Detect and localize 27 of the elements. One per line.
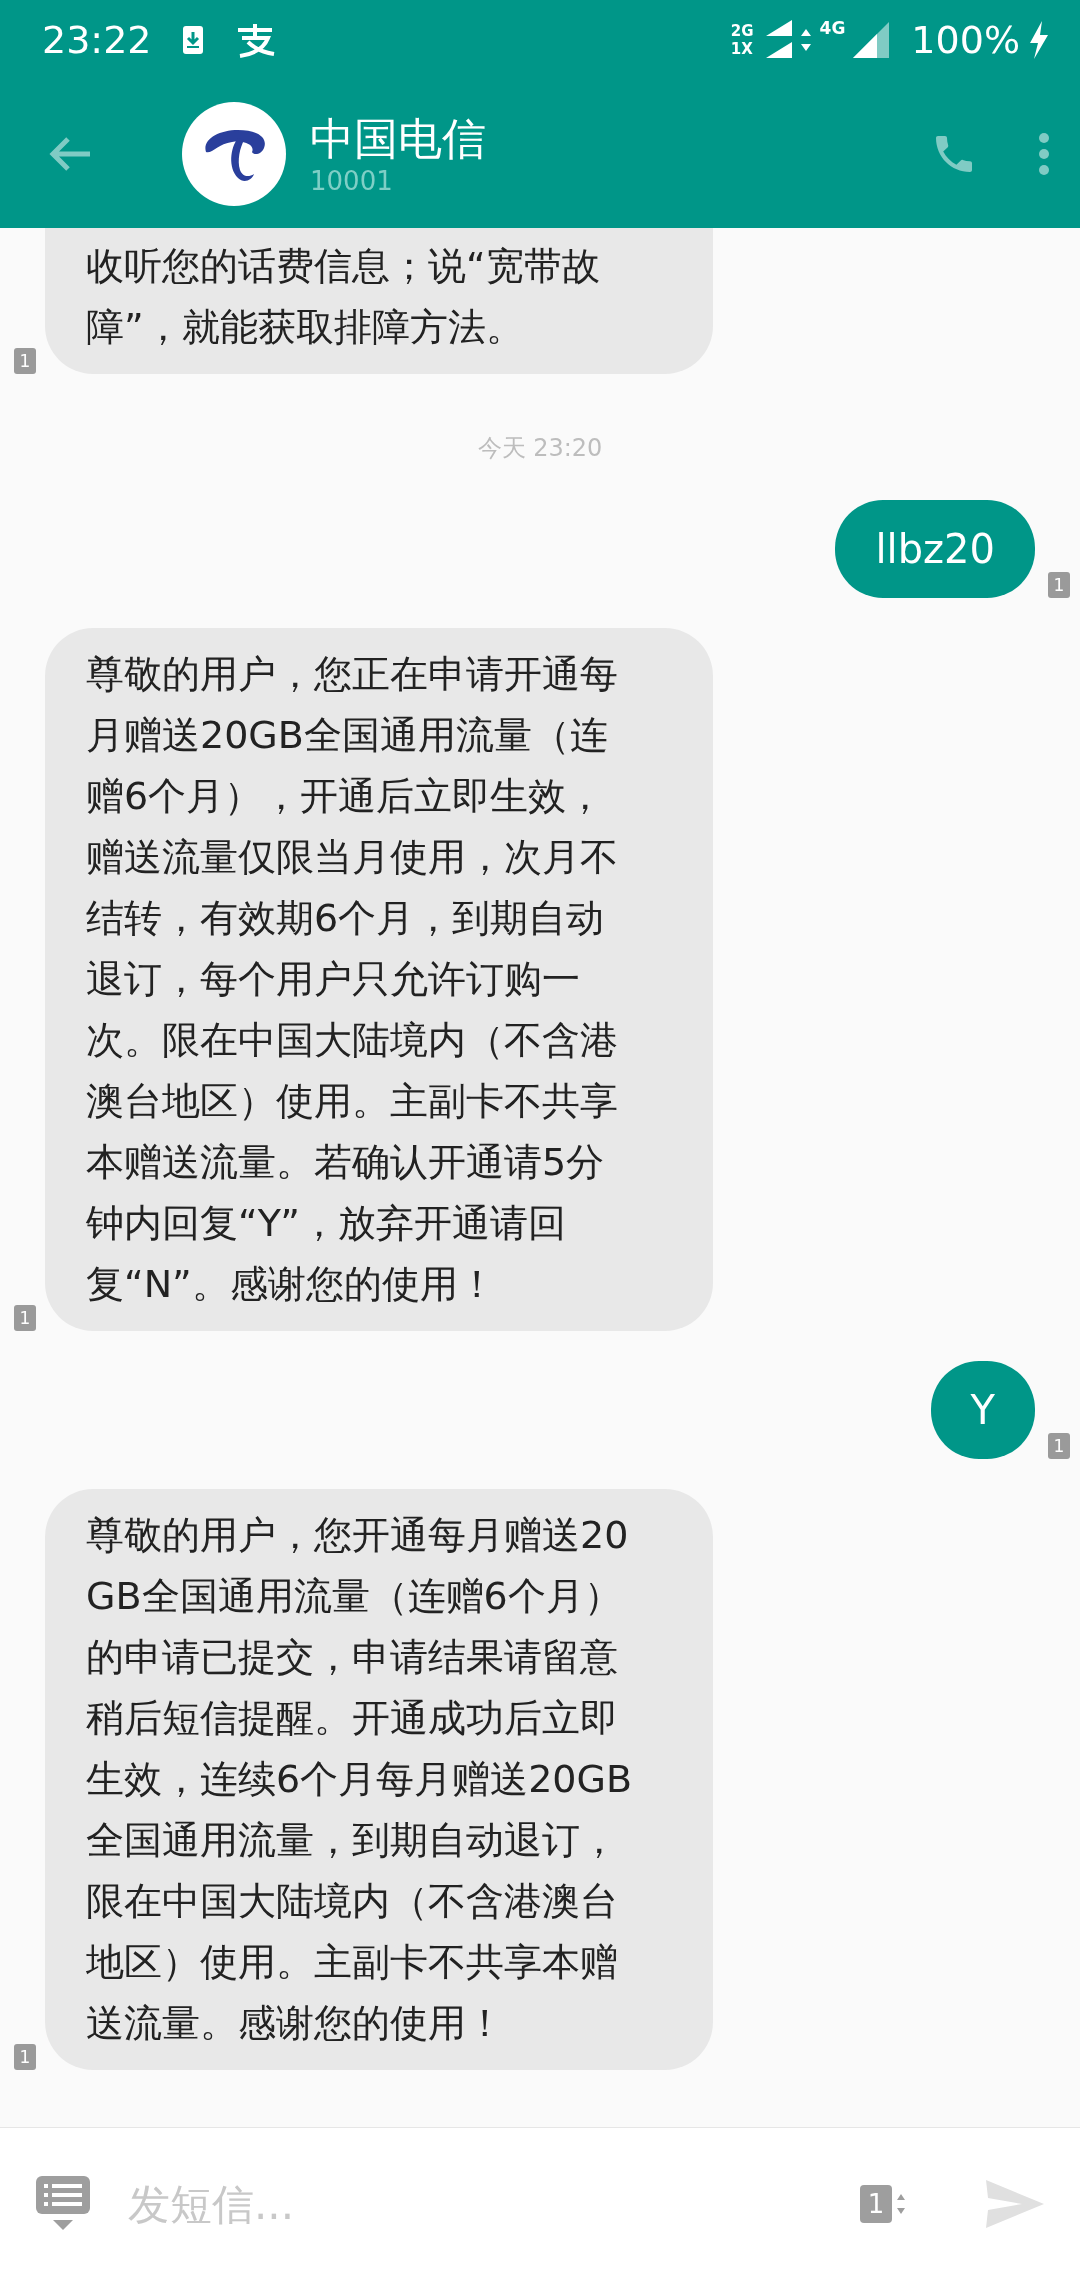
sim-badge: 1: [14, 1305, 36, 1331]
charging-icon: [1028, 21, 1050, 59]
network-label: 1X: [730, 40, 754, 58]
back-icon[interactable]: [48, 136, 92, 172]
send-icon[interactable]: [986, 2180, 1044, 2228]
up-down-arrows-icon: [896, 2192, 906, 2216]
battery-level: 100%: [911, 18, 1020, 62]
sim-badge: 1: [1048, 1433, 1070, 1459]
contact-name: 中国电信: [310, 112, 486, 166]
more-options-icon[interactable]: [1038, 132, 1050, 176]
data-arrows-icon: [799, 29, 812, 51]
download-icon: [181, 25, 204, 55]
message-bubble: Y: [930, 1361, 1035, 1459]
signal-icon: [853, 22, 890, 58]
network-label: 4G: [819, 18, 846, 38]
templates-icon[interactable]: [36, 2176, 90, 2232]
message-bubble: llbz20: [835, 500, 1035, 598]
network-label: 2G: [730, 22, 754, 40]
sim-badge: 1: [1048, 572, 1070, 598]
sim-badge: 1: [14, 2044, 36, 2070]
timestamp: 今天 23:20: [477, 433, 603, 464]
sim-badge: 1: [14, 348, 36, 374]
message-bubble: 收听您的话费信息；说“宽带故障”，就能获取排障方法。: [45, 228, 713, 374]
contact-number: 10001: [310, 166, 394, 196]
message-bubble: 尊敬的用户，您开通每月赠送20GB全国通用流量（连赠6个月）的申请已提交，申请结果请留意稍后短信提醒。开通成功后立即生效，连续6个月每月赠送20GB全国通用流量，到期自动退订，限在中国大陆境内（不含港澳台地区）使用。主副卡不共享本赠送流量。感谢您的使用！: [45, 1489, 713, 2070]
clock: 23:22: [42, 18, 152, 62]
message-bubble: 尊敬的用户，您正在申请开通每月赠送20GB全国通用流量（连赠6个月），开通后立即生效，赠送流量仅限当月使用，次月不结转，有效期6个月，到期自动退订，每个用户只允许订购一次。限在中国大陆境内（不含港澳台地区）使用。主副卡不共享本赠送流量。若确认开通请5分钟内回复“Y”，放弃开通请回复“N”。感谢您的使用！: [45, 628, 713, 1331]
